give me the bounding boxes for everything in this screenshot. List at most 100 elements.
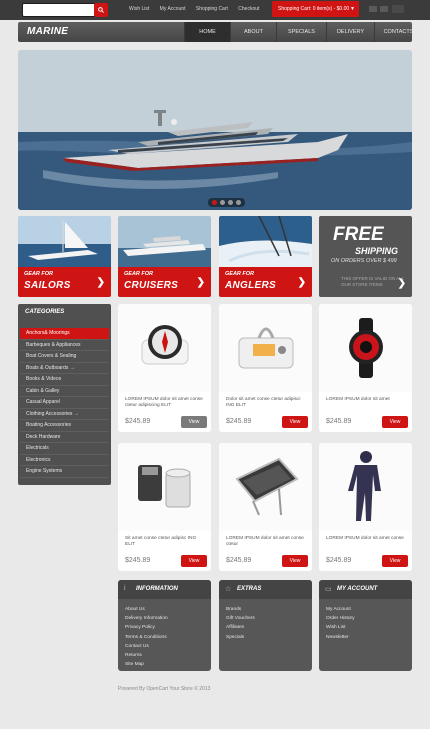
hatch-image (219, 443, 312, 531)
slider-dot[interactable] (236, 200, 241, 205)
star-icon: ☆ (225, 586, 232, 593)
category-item[interactable]: Books & Videos (20, 374, 109, 386)
footer-links: About Us Delivery Information Privacy Po… (118, 599, 211, 669)
footer-links: Brands Gift Vouchers Affiliates Specials (219, 599, 312, 642)
category-item[interactable]: Barbeques & Appliances (20, 340, 109, 351)
promo-sailors[interactable]: GEAR FOR SAILORS ❯ (18, 216, 111, 297)
category-item[interactable]: Cabin & Galley (20, 386, 109, 397)
category-item[interactable]: Casual Apparel (20, 397, 109, 409)
free-shipping-condition: ON ORDERS OVER $ 499 (331, 258, 397, 264)
view-button[interactable]: View (282, 416, 308, 428)
powered-by-text: Powered By OpenCart Your Store © 2013 (118, 686, 211, 692)
wish-list-link[interactable]: Wish List (129, 6, 149, 12)
promo-small-text: GEAR FOR (225, 271, 255, 277)
promo-cruisers[interactable]: GEAR FOR CRUISERS ❯ (118, 216, 211, 297)
footer-link[interactable]: Affiliates (226, 623, 312, 632)
category-item[interactable]: Deck Hardware (20, 432, 109, 443)
chevron-right-icon: ❯ (196, 277, 205, 288)
promo-anglers[interactable]: GEAR FOR ANGLERS ❯ (219, 216, 312, 297)
slider-dot[interactable] (212, 200, 217, 205)
yacht-image (18, 50, 412, 210)
footer-link[interactable]: Wish List (326, 623, 412, 632)
categories-title: CATEGORIES (25, 309, 65, 315)
view-button[interactable]: View (282, 555, 308, 567)
info-icon: i (124, 585, 126, 592)
hero-slider[interactable] (18, 50, 412, 210)
nav-delivery[interactable]: DELIVERY (326, 22, 374, 42)
view-button[interactable]: View (181, 416, 207, 428)
top-bar: Wish List My Account Shopping Cart Check… (0, 0, 430, 20)
drysuit-image (319, 443, 412, 531)
product-card[interactable]: LOREM IPSUM dolor sit amet conse ctetur … (118, 304, 211, 432)
search-button[interactable] (94, 3, 108, 17)
footer-link[interactable]: Privacy Policy (125, 623, 211, 632)
slider-dot[interactable] (220, 200, 225, 205)
footer-link[interactable]: My Account (326, 605, 412, 614)
view-button[interactable]: View (382, 555, 408, 567)
category-item[interactable]: Clothing Accessories → (20, 409, 109, 420)
promo-big-text: SAILORS (24, 280, 71, 291)
promo-big-text: ANGLERS (225, 280, 276, 291)
footer-link[interactable]: Terms & Conditions (125, 633, 211, 642)
chevron-right-icon: ❯ (96, 277, 105, 288)
currency-language-switcher[interactable] (367, 3, 407, 15)
category-item[interactable]: Anchors& Moorings (20, 328, 109, 340)
footer-title: MY ACCOUNT (337, 586, 378, 592)
product-description: Sit amet conse ctetur adipisc ING ELIT (125, 536, 197, 547)
category-item[interactable]: Boating Accessories (20, 420, 109, 432)
radio-image (219, 304, 312, 392)
product-card[interactable]: LOREM IPSUM dolor sit amet conse $245.89… (319, 443, 412, 571)
category-item[interactable]: Engine Systems (20, 466, 109, 478)
category-item[interactable]: Electricals (20, 443, 109, 455)
slider-dots (208, 198, 245, 207)
footer-header: i INFORMATION (118, 580, 211, 599)
nav-contacts[interactable]: CONTACTS (374, 22, 422, 42)
footer-header: ☆ EXTRAS (219, 580, 312, 599)
product-card[interactable]: LOREM IPSUM dolor sit amet conse ctetur … (219, 443, 312, 571)
chevron-down-icon: ▼ (350, 6, 355, 12)
footer-link[interactable]: Returns (125, 651, 211, 660)
footer-account: ▭ MY ACCOUNT My Account Order History Wi… (319, 580, 412, 671)
product-card[interactable]: LOREM IPSUM dolor sit amet $245.89 View (319, 304, 412, 432)
product-card[interactable]: Sit amet conse ctetur adipisc ING ELIT $… (118, 443, 211, 571)
shopping-cart-link[interactable]: Shopping Cart (196, 6, 228, 12)
slider-dot[interactable] (228, 200, 233, 205)
cart-button[interactable]: Shopping Cart: 0 item(s) - $0.00 ▼ (272, 1, 359, 17)
category-item[interactable]: Electronics (20, 455, 109, 466)
footer-link[interactable]: About Us (125, 605, 211, 614)
top-links: Wish List My Account Shopping Cart Check… (129, 6, 268, 12)
footer-link[interactable]: Site Map (125, 660, 211, 669)
footer-link[interactable]: Contact Us (125, 642, 211, 651)
footer-link[interactable]: Order History (326, 614, 412, 623)
categories-panel: CATEGORIES Anchors& Moorings Barbeques &… (18, 304, 111, 485)
sailboat-image (18, 216, 111, 267)
footer-link[interactable]: Gift Vouchers (226, 614, 312, 623)
promo-free-shipping[interactable]: FREE SHIPPING ON ORDERS OVER $ 499 THIS … (319, 216, 412, 297)
footer-link[interactable]: Brands (226, 605, 312, 614)
product-price: $245.89 (125, 418, 151, 425)
category-item[interactable]: Boats & Outboards → (20, 363, 109, 374)
footer-link[interactable]: Newsletter (326, 633, 412, 642)
view-button[interactable]: View (181, 555, 207, 567)
category-item[interactable]: Boat Covers & Sealing (20, 351, 109, 363)
product-description: LOREM IPSUM dolor sit amet conse (326, 536, 404, 541)
footer-link[interactable]: Specials (226, 633, 312, 642)
checkout-link[interactable]: Checkout (238, 6, 259, 12)
product-card[interactable]: Dolor sit amet conse ctetur adipisci ING… (219, 304, 312, 432)
nav-home[interactable]: HOME (184, 22, 230, 42)
nav-about[interactable]: ABOUT (230, 22, 276, 42)
my-account-link[interactable]: My Account (160, 6, 186, 12)
view-button[interactable]: View (382, 416, 408, 428)
chevron-right-icon: ❯ (397, 278, 406, 289)
free-shipping-subtitle: SHIPPING (355, 246, 399, 256)
product-price: $245.89 (226, 418, 252, 425)
footer-header: ▭ MY ACCOUNT (319, 580, 412, 599)
product-price: $245.89 (326, 557, 352, 564)
product-description: Dolor sit amet conse ctetur adipisci ING… (226, 397, 301, 408)
site-logo[interactable]: MARINE (27, 26, 68, 37)
product-price: $245.89 (326, 418, 352, 425)
folder-icon: ▭ (325, 586, 332, 593)
footer-link[interactable]: Delivery Information (125, 614, 211, 623)
nav-specials[interactable]: SPECIALS (276, 22, 326, 42)
product-price: $245.89 (125, 557, 151, 564)
